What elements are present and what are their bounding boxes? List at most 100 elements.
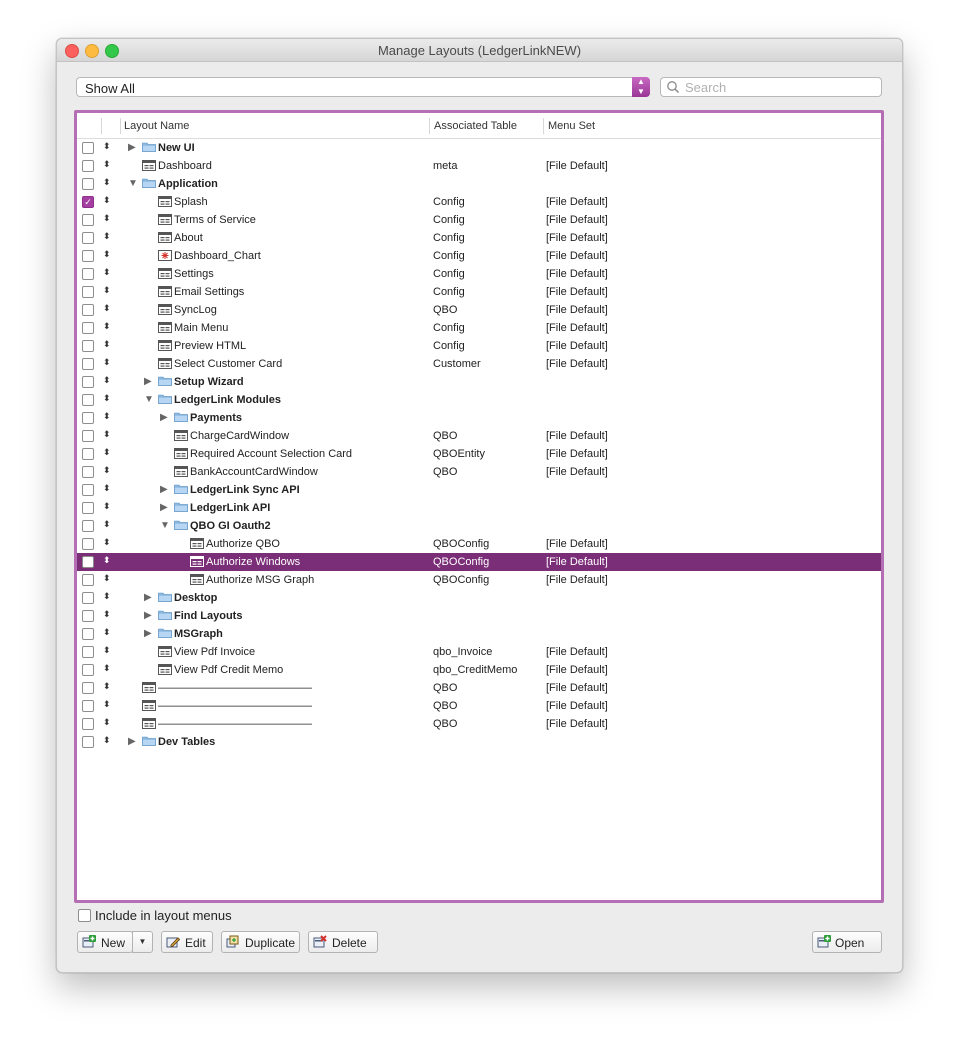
drag-handle-icon[interactable]: ⬍	[103, 267, 111, 278]
table-row[interactable]: ⬍ Authorize QBO QBOConfig [File Default]	[77, 535, 881, 553]
row-checkbox[interactable]	[82, 736, 94, 748]
drag-handle-icon[interactable]: ⬍	[103, 591, 111, 602]
drag-handle-icon[interactable]: ⬍	[103, 663, 111, 674]
table-row[interactable]: ⬍ ChargeCardWindow QBO [File Default]	[77, 427, 881, 445]
drag-handle-icon[interactable]: ⬍	[103, 483, 111, 494]
disclosure-collapsed-icon[interactable]: ▶	[128, 736, 136, 747]
row-checkbox[interactable]	[82, 592, 94, 604]
drag-handle-icon[interactable]: ⬍	[103, 735, 111, 746]
table-row[interactable]: ⬍ Dashboard_Chart Config [File Default]	[77, 247, 881, 265]
drag-handle-icon[interactable]: ⬍	[103, 231, 111, 242]
table-row[interactable]: ⬍ Dashboard meta [File Default]	[77, 157, 881, 175]
drag-handle-icon[interactable]: ⬍	[103, 177, 111, 188]
row-checkbox[interactable]	[82, 142, 94, 154]
table-row[interactable]: ⬍ Terms of Service Config [File Default]	[77, 211, 881, 229]
disclosure-expanded-icon[interactable]: ▼	[144, 394, 154, 405]
drag-handle-icon[interactable]: ⬍	[103, 375, 111, 386]
column-header-menu-set[interactable]: Menu Set	[548, 120, 595, 132]
table-row[interactable]: ⬍ —————————————— QBO [File Default]	[77, 679, 881, 697]
disclosure-collapsed-icon[interactable]: ▶	[160, 502, 168, 513]
disclosure-collapsed-icon[interactable]: ▶	[144, 376, 152, 387]
table-row[interactable]: ⬍ ▶ Dev Tables	[77, 733, 881, 751]
drag-handle-icon[interactable]: ⬍	[103, 249, 111, 260]
show-filter-popup[interactable]: Show All ▲ ▼	[76, 77, 650, 97]
table-row[interactable]: ⬍ SyncLog QBO [File Default]	[77, 301, 881, 319]
table-row[interactable]: ⬍ ▶ Desktop	[77, 589, 881, 607]
drag-handle-icon[interactable]: ⬍	[103, 681, 111, 692]
table-row[interactable]: ⬍ ▶ Payments	[77, 409, 881, 427]
table-row[interactable]: ⬍ ▶ LedgerLink Sync API	[77, 481, 881, 499]
drag-handle-icon[interactable]: ⬍	[103, 429, 111, 440]
new-menu-arrow[interactable]: ▼	[132, 931, 153, 953]
drag-handle-icon[interactable]: ⬍	[103, 141, 111, 152]
table-row[interactable]: ⬍ ▶ Find Layouts	[77, 607, 881, 625]
table-row[interactable]: ⬍ —————————————— QBO [File Default]	[77, 715, 881, 733]
table-row[interactable]: ⬍ ▼ QBO GI Oauth2	[77, 517, 881, 535]
search-input[interactable]	[685, 79, 875, 95]
table-row[interactable]: ⬍ Email Settings Config [File Default]	[77, 283, 881, 301]
row-checkbox[interactable]: ✓	[82, 196, 94, 208]
row-checkbox[interactable]	[82, 178, 94, 190]
disclosure-collapsed-icon[interactable]: ▶	[144, 592, 152, 603]
title-bar[interactable]: Manage Layouts (LedgerLinkNEW)	[57, 39, 902, 62]
row-checkbox[interactable]	[82, 250, 94, 262]
row-checkbox[interactable]	[82, 430, 94, 442]
row-checkbox[interactable]	[82, 610, 94, 622]
row-checkbox[interactable]	[82, 358, 94, 370]
drag-handle-icon[interactable]: ⬍	[103, 159, 111, 170]
column-separator[interactable]	[543, 118, 544, 134]
drag-handle-icon[interactable]: ⬍	[103, 357, 111, 368]
table-row[interactable]: ⬍ Select Customer Card Customer [File Defau…	[77, 355, 881, 373]
table-row[interactable]: ⬍ ▼ Application	[77, 175, 881, 193]
drag-handle-icon[interactable]: ⬍	[103, 537, 111, 548]
duplicate-button[interactable]: Duplicate	[221, 931, 300, 953]
drag-handle-icon[interactable]: ⬍	[103, 411, 111, 422]
row-checkbox[interactable]	[82, 556, 94, 568]
row-checkbox[interactable]	[82, 646, 94, 658]
table-row[interactable]: ⬍ ▶ Setup Wizard	[77, 373, 881, 391]
row-checkbox[interactable]	[82, 718, 94, 730]
row-checkbox[interactable]	[82, 232, 94, 244]
row-checkbox[interactable]	[82, 574, 94, 586]
table-row[interactable]: ⬍ ▶ New UI	[77, 139, 881, 157]
table-row[interactable]: ⬍ View Pdf Invoice qbo_Invoice [File Defaul…	[77, 643, 881, 661]
drag-handle-icon[interactable]: ⬍	[103, 303, 111, 314]
row-checkbox[interactable]	[82, 214, 94, 226]
column-separator[interactable]	[429, 118, 430, 134]
disclosure-expanded-icon[interactable]: ▼	[160, 520, 170, 531]
drag-handle-icon[interactable]: ⬍	[103, 465, 111, 476]
drag-handle-icon[interactable]: ⬍	[103, 321, 111, 332]
row-checkbox[interactable]	[82, 412, 94, 424]
open-button[interactable]: Open	[812, 931, 882, 953]
row-checkbox[interactable]	[82, 286, 94, 298]
column-header-layout-name[interactable]: Layout Name	[124, 120, 189, 132]
table-row[interactable]: ⬍ Settings Config [File Default]	[77, 265, 881, 283]
table-row[interactable]: ⬍ BankAccountCardWindow QBO [File Default]	[77, 463, 881, 481]
table-row[interactable]: ⬍ ▶ LedgerLink API	[77, 499, 881, 517]
table-row[interactable]: ⬍ Authorize MSG Graph QBOConfig [File Defau…	[77, 571, 881, 589]
drag-handle-icon[interactable]: ⬍	[103, 609, 111, 620]
row-checkbox[interactable]	[82, 502, 94, 514]
drag-handle-icon[interactable]: ⬍	[103, 339, 111, 350]
layouts-table[interactable]: Layout Name Associated Table Menu Set ⬍ ▶…	[74, 110, 884, 903]
drag-handle-icon[interactable]: ⬍	[103, 213, 111, 224]
row-checkbox[interactable]	[82, 340, 94, 352]
disclosure-collapsed-icon[interactable]: ▶	[128, 142, 136, 153]
row-checkbox[interactable]	[82, 484, 94, 496]
disclosure-collapsed-icon[interactable]: ▶	[144, 628, 152, 639]
table-row[interactable]: ⬍ Authorize Windows QBOConfig [File Default…	[77, 553, 881, 571]
row-checkbox[interactable]	[82, 700, 94, 712]
row-checkbox[interactable]	[82, 682, 94, 694]
delete-button[interactable]: Delete	[308, 931, 378, 953]
search-box[interactable]	[660, 77, 882, 97]
drag-handle-icon[interactable]: ⬍	[103, 519, 111, 530]
row-checkbox[interactable]	[82, 664, 94, 676]
table-row[interactable]: ⬍ About Config [File Default]	[77, 229, 881, 247]
row-checkbox[interactable]	[82, 268, 94, 280]
table-row[interactable]: ⬍ ▶ MSGraph	[77, 625, 881, 643]
table-row[interactable]: ⬍ Main Menu Config [File Default]	[77, 319, 881, 337]
drag-handle-icon[interactable]: ⬍	[103, 573, 111, 584]
drag-handle-icon[interactable]: ⬍	[103, 555, 111, 566]
drag-handle-icon[interactable]: ⬍	[103, 699, 111, 710]
row-checkbox[interactable]	[82, 304, 94, 316]
